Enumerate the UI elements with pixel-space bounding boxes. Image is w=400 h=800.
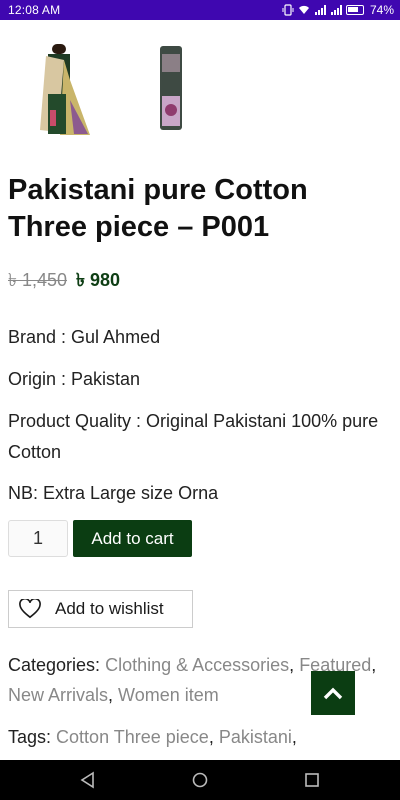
- tags-label: Tags:: [8, 727, 52, 747]
- android-nav-bar: [0, 760, 400, 800]
- product-thumbnail-1[interactable]: [30, 40, 96, 140]
- status-bar: 12:08 AM 74%: [0, 0, 400, 20]
- tags: Tags: Cotton Three piece, Pakistani,: [8, 727, 297, 747]
- product-thumbnail-2[interactable]: [136, 40, 202, 140]
- add-to-wishlist-button[interactable]: Add to wishlist: [8, 590, 193, 628]
- product-gallery: [30, 40, 202, 140]
- product-quality: Product Quality : Original Pakistani 100…: [8, 411, 379, 462]
- sale-price: ৳ 980: [76, 270, 121, 290]
- recents-icon[interactable]: [302, 770, 322, 790]
- tag-link[interactable]: Pakistani: [219, 727, 292, 747]
- quantity-input[interactable]: 1: [8, 520, 68, 557]
- product-note: NB: Extra Large size Orna: [8, 483, 219, 503]
- category-link[interactable]: Clothing & Accessories: [105, 655, 289, 675]
- add-to-cart-button[interactable]: Add to cart: [73, 520, 192, 557]
- wishlist-label: Add to wishlist: [55, 599, 164, 618]
- signal-icon: [314, 5, 326, 15]
- scroll-to-top-button[interactable]: [311, 671, 355, 715]
- chevron-up-icon: [323, 687, 343, 700]
- categories-label: Categories:: [8, 655, 101, 675]
- regular-price: ৳ 1,450: [8, 270, 68, 290]
- signal-icon: [330, 5, 342, 15]
- battery-percent: 74%: [369, 3, 394, 17]
- vibrate-icon: [282, 4, 294, 16]
- category-link[interactable]: Women item: [118, 685, 219, 705]
- home-icon[interactable]: [190, 770, 210, 790]
- status-time: 12:08 AM: [8, 3, 61, 17]
- battery-icon: [345, 5, 364, 15]
- product-origin: Origin : Pakistan: [8, 369, 141, 389]
- category-link[interactable]: New Arrivals: [8, 685, 108, 705]
- product-brand: Brand : Gul Ahmed: [8, 327, 161, 347]
- tag-link[interactable]: Cotton Three piece: [56, 727, 209, 747]
- back-icon[interactable]: [78, 770, 98, 790]
- status-icons: 74%: [282, 2, 394, 18]
- wifi-icon: [298, 5, 309, 14]
- price-row: ৳ 1,450 ৳ 980: [8, 266, 120, 297]
- product-title: Pakistani pure Cotton Three piece – P001: [8, 174, 308, 243]
- heart-icon: [19, 599, 41, 619]
